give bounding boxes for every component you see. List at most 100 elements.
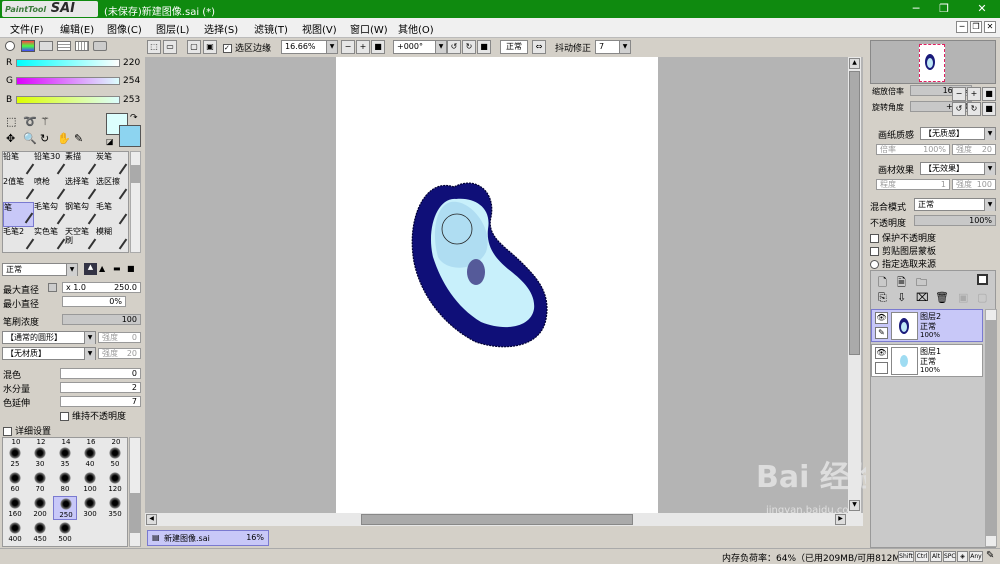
brush-tool[interactable]: 毛笔勾	[34, 202, 66, 227]
g-value[interactable]: 254	[123, 76, 140, 86]
hsv-slider-icon[interactable]	[39, 41, 53, 51]
clear-layer-icon[interactable]: ⌧	[916, 291, 929, 304]
effect-strength-field[interactable]: 强度 100	[952, 179, 996, 190]
b-value[interactable]: 253	[123, 95, 140, 105]
nav-zoom-in-button[interactable]: +	[967, 87, 981, 101]
scroll-right-button[interactable]: ▶	[835, 514, 846, 525]
g-slider[interactable]	[16, 77, 120, 85]
selection-source-toggle[interactable]: 指定选取来源	[870, 257, 936, 270]
brush-size-option[interactable]: 80	[53, 471, 77, 495]
rgb-slider-icon[interactable]	[21, 40, 35, 52]
eye-icon[interactable]: 👁	[875, 347, 888, 359]
secondary-color-swatch[interactable]	[119, 125, 141, 147]
brush-tool[interactable]: 选区擦	[96, 177, 128, 202]
rotation-select[interactable]: +000° ▼	[393, 40, 447, 54]
layer-blend-select[interactable]: 正常 ▼	[914, 198, 996, 211]
blend-field[interactable]: 0	[60, 368, 141, 379]
canvas-horizontal-scrollbar[interactable]: ◀ ▶	[145, 513, 863, 526]
brush-size-option[interactable]: 500	[53, 521, 77, 545]
brush-shape-select[interactable]: 【通常的圆形】 ▼	[2, 331, 96, 344]
close-button[interactable]: ✕	[972, 2, 992, 16]
lock-icon[interactable]	[875, 362, 888, 374]
zoom-fit-icon[interactable]: ▢	[187, 40, 201, 54]
brush-size-option[interactable]: 50	[103, 446, 127, 470]
flip-icon[interactable]: ⇔	[532, 40, 546, 54]
max-diameter-field[interactable]: x 1.0 250.0	[62, 282, 141, 293]
keep-opacity-checkbox[interactable]	[60, 412, 69, 421]
shape-strength-field[interactable]: 强度 0	[98, 332, 141, 343]
swap-colors-icon[interactable]: ↷	[130, 113, 138, 123]
apply-mask-icon[interactable]: ▣	[958, 291, 968, 304]
navigator-preview[interactable]	[870, 40, 996, 84]
layer-row[interactable]: 👁 ✎ 图层2 正常 100%	[871, 309, 983, 342]
restore-button[interactable]: ❐	[934, 2, 954, 16]
eyedropper-icon[interactable]: ✎	[74, 132, 83, 145]
canvas-paper[interactable]: Bai 经验 jingyan.baidu.com	[336, 57, 880, 516]
zoom-reset-button[interactable]: ■	[371, 40, 385, 54]
rotate-left-button[interactable]: ↺	[447, 40, 461, 54]
palette-icon[interactable]	[57, 41, 71, 51]
clipping-mask-toggle[interactable]: 剪贴图层蒙板	[870, 244, 936, 257]
paper-strength-field[interactable]: 强度 20	[952, 144, 996, 155]
invert-selection-icon[interactable]: ▭	[163, 40, 177, 54]
size-lock-icon[interactable]	[48, 283, 57, 292]
vertical-scroll-thumb[interactable]	[849, 71, 860, 355]
brush-size-option[interactable]: 200	[28, 496, 52, 520]
brush-tool[interactable]: 喷枪	[34, 177, 66, 202]
nav-rotate-right-button[interactable]: ↻	[967, 102, 981, 116]
scratchpad-icon[interactable]	[93, 41, 107, 51]
menu-window[interactable]: 窗口(W)	[350, 21, 388, 36]
brush-shape-soft[interactable]: ▬	[113, 264, 121, 273]
brush-texture-select[interactable]: 【无材质】 ▼	[2, 347, 96, 360]
clipping-mask-checkbox[interactable]	[870, 247, 879, 256]
scroll-up-button[interactable]: ▲	[849, 58, 860, 69]
protect-opacity-toggle[interactable]: 保护不透明度	[870, 231, 936, 244]
brush-size-option[interactable]: 160	[3, 496, 27, 520]
brush-tool[interactable]: 炭笔	[96, 152, 128, 177]
brush-size-option[interactable]: 30	[28, 446, 52, 470]
nav-rotate-reset-button[interactable]: ■	[982, 102, 996, 116]
brush-size-option[interactable]: 400	[3, 521, 27, 545]
select-edge-toggle[interactable]: ✓ 选区边缘	[223, 41, 271, 54]
hand-icon[interactable]: ✋	[57, 132, 71, 145]
brush-size-option[interactable]: 100	[78, 471, 102, 495]
menu-edit[interactable]: 编辑(E)	[60, 21, 94, 36]
menu-filter[interactable]: 滤镜(T)	[254, 21, 288, 36]
r-slider[interactable]	[16, 59, 120, 67]
brush-shape-flat[interactable]: ■	[127, 264, 135, 273]
r-value[interactable]: 220	[123, 58, 140, 68]
brush-tool[interactable]: 2值笔	[3, 177, 35, 202]
color-extend-field[interactable]: 7	[60, 396, 141, 407]
menu-file[interactable]: 文件(F)	[10, 21, 44, 36]
brush-size-option[interactable]: 35	[53, 446, 77, 470]
navigator-view-rect[interactable]	[919, 44, 945, 82]
deselect-icon[interactable]: ⬚	[147, 40, 161, 54]
detail-settings-checkbox[interactable]	[3, 427, 12, 436]
water-field[interactable]: 2	[60, 382, 141, 393]
zoom-icon[interactable]: 🔍	[23, 132, 37, 145]
delete-layer-icon[interactable]: 🗑	[935, 291, 949, 304]
b-slider[interactable]	[16, 96, 120, 104]
copy-layer-icon[interactable]: ⎘	[878, 291, 887, 305]
brush-tool[interactable]: 选择笔	[65, 177, 97, 202]
brush-tool[interactable]: 实色笔	[34, 227, 66, 252]
delete-mask-icon[interactable]: ▢	[977, 291, 987, 304]
brush-tool[interactable]: 铅笔	[3, 152, 35, 177]
scroll-left-button[interactable]: ◀	[146, 514, 157, 525]
rotate-icon[interactable]: ↻	[40, 132, 49, 145]
brush-shape-round[interactable]: ▲	[99, 264, 105, 273]
brush-size-option[interactable]: 25	[3, 446, 27, 470]
brush-tool[interactable]: 毛笔	[96, 202, 128, 227]
transparent-color-icon[interactable]: ◪	[106, 137, 114, 146]
brush-tool[interactable]: 笔	[3, 202, 34, 227]
menu-view[interactable]: 视图(V)	[302, 21, 337, 36]
minimize-button[interactable]: ─	[906, 2, 926, 16]
texture-strength-field[interactable]: 强度 20	[98, 348, 141, 359]
brush-lock-icon[interactable]: ✎	[875, 327, 888, 339]
blend-mode-select[interactable]: 正常	[500, 40, 528, 54]
menu-other[interactable]: 其他(O)	[398, 21, 434, 36]
nav-rotate-left-button[interactable]: ↺	[952, 102, 966, 116]
detail-settings-toggle[interactable]: 详细设置	[3, 424, 51, 437]
zoom-out-button[interactable]: −	[341, 40, 355, 54]
brush-size-option[interactable]: 350	[103, 496, 127, 520]
